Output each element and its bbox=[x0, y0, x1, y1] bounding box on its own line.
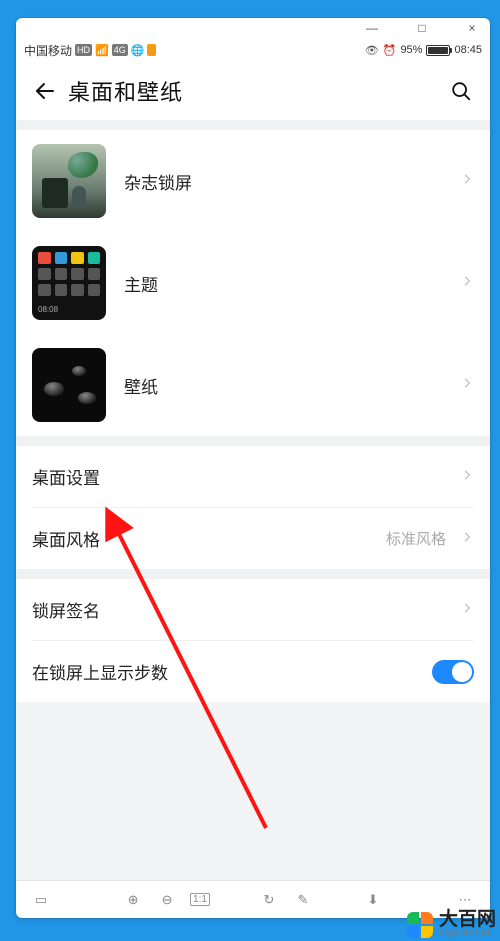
download-icon[interactable]: ⬇ bbox=[362, 892, 384, 908]
hd-badge: HD bbox=[75, 44, 92, 56]
row-wallpaper[interactable]: 壁纸 bbox=[16, 334, 490, 436]
home-section: 桌面设置 桌面风格 标准风格 bbox=[16, 446, 490, 569]
lock-section: 锁屏签名 在锁屏上显示步数 bbox=[16, 579, 490, 702]
magazine-lock-thumbnail bbox=[32, 144, 106, 218]
lock-signature-label: 锁屏签名 bbox=[32, 597, 100, 622]
edit-icon[interactable]: ✎ bbox=[292, 892, 314, 908]
alarm-icon: ⏰ bbox=[383, 44, 397, 57]
content-area: 杂志锁屏 08:08 主题 bbox=[16, 120, 490, 880]
carrier-label: 中国移动 bbox=[24, 42, 72, 59]
eye-comfort-icon: 👁 bbox=[365, 44, 379, 57]
chevron-right-icon bbox=[452, 529, 474, 549]
page-title: 桌面和壁纸 bbox=[68, 75, 183, 107]
home-style-label: 桌面风格 bbox=[32, 526, 100, 551]
theme-label: 主题 bbox=[124, 271, 452, 296]
chevron-right-icon bbox=[452, 274, 474, 293]
watermark: 大百网 big100.net bbox=[407, 910, 496, 939]
phone-screen: 中国移动 HD 📶 4G 🌐 👁 ⏰ 95% 08:45 bbox=[16, 38, 490, 880]
chevron-right-icon bbox=[452, 600, 474, 620]
appearance-section: 杂志锁屏 08:08 主题 bbox=[16, 130, 490, 436]
magazine-lock-label: 杂志锁屏 bbox=[124, 169, 452, 194]
window-close-button[interactable]: × bbox=[460, 21, 484, 35]
window-titlebar: — □ × bbox=[16, 18, 490, 38]
zoom-in-icon[interactable]: ⊕ bbox=[122, 892, 144, 908]
zoom-out-icon[interactable]: ⊖ bbox=[156, 892, 178, 908]
chevron-right-icon bbox=[452, 172, 474, 191]
clock-label: 08:45 bbox=[454, 44, 482, 56]
home-style-value: 标准风格 bbox=[386, 528, 446, 549]
watermark-logo-icon bbox=[407, 912, 433, 938]
globe-icon: 🌐 bbox=[131, 44, 145, 57]
zoom-scale-label[interactable]: 1:1 bbox=[190, 893, 210, 906]
row-show-steps: 在锁屏上显示步数 bbox=[16, 641, 490, 702]
show-steps-label: 在锁屏上显示步数 bbox=[32, 659, 168, 684]
status-bar: 中国移动 HD 📶 4G 🌐 👁 ⏰ 95% 08:45 bbox=[16, 38, 490, 62]
network-badge: 4G bbox=[112, 44, 128, 56]
more-icon[interactable]: ⋯ bbox=[454, 892, 476, 908]
search-button[interactable] bbox=[444, 74, 478, 108]
emulator-window: — □ × 中国移动 HD 📶 4G 🌐 👁 ⏰ 95% 08:45 bbox=[16, 18, 490, 918]
back-button[interactable] bbox=[28, 74, 62, 108]
chevron-right-icon bbox=[452, 376, 474, 395]
rotate-icon[interactable]: ↻ bbox=[258, 892, 280, 908]
window-minimize-button[interactable]: — bbox=[360, 21, 384, 35]
home-settings-label: 桌面设置 bbox=[32, 464, 100, 489]
row-home-style[interactable]: 桌面风格 标准风格 bbox=[16, 508, 490, 569]
wallpaper-label: 壁纸 bbox=[124, 373, 452, 398]
battery-percent: 95% bbox=[400, 44, 422, 56]
row-home-settings[interactable]: 桌面设置 bbox=[16, 446, 490, 507]
page-header: 桌面和壁纸 bbox=[16, 62, 490, 120]
app-badge bbox=[147, 44, 156, 56]
chevron-right-icon bbox=[452, 467, 474, 487]
wallpaper-thumbnail bbox=[32, 348, 106, 422]
watermark-name: 大百网 bbox=[439, 910, 496, 929]
watermark-url: big100.net bbox=[439, 929, 496, 939]
theme-thumbnail: 08:08 bbox=[32, 246, 106, 320]
row-magazine-lock[interactable]: 杂志锁屏 bbox=[16, 130, 490, 232]
row-lock-signature[interactable]: 锁屏签名 bbox=[16, 579, 490, 640]
window-maximize-button[interactable]: □ bbox=[410, 21, 434, 35]
signal-icon: 📶 bbox=[95, 44, 109, 57]
screenshot-icon[interactable]: ▭ bbox=[30, 892, 52, 908]
battery-icon bbox=[426, 45, 450, 56]
row-theme[interactable]: 08:08 主题 bbox=[16, 232, 490, 334]
show-steps-toggle[interactable] bbox=[432, 660, 474, 684]
